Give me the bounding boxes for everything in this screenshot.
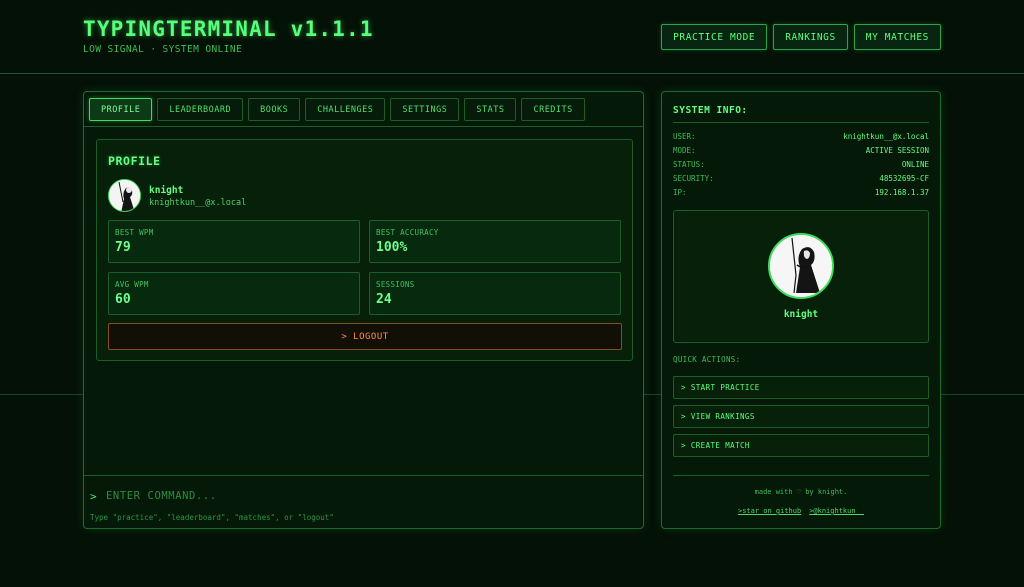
system-info-title: SYSTEM INFO: (673, 105, 748, 116)
info-row-security: SECURITY: 48532695-CF (673, 174, 929, 186)
quick-actions-title: QUICK ACTIONS: (673, 355, 741, 364)
info-value: 192.168.1.37 (874, 188, 929, 197)
stat-label: AVG WPM (115, 280, 149, 289)
app-title: TYPINGTERMINAL v1.1.1 (83, 17, 374, 41)
tab-books[interactable]: BOOKS (248, 98, 301, 121)
info-value: knightkun__@x.local (843, 132, 929, 141)
info-row-status: STATUS: ONLINE (673, 160, 929, 172)
profile-email: knightkun__@x.local (149, 198, 247, 208)
author-link[interactable]: >@knightkun__ (809, 507, 864, 515)
practice-mode-button[interactable]: PRACTICE MODE (661, 24, 768, 50)
create-match-button[interactable]: > CREATE MATCH (673, 434, 929, 457)
info-key: STATUS: (673, 160, 705, 169)
app-header: TYPINGTERMINAL v1.1.1 LOW SIGNAL · SYSTE… (0, 0, 1024, 74)
avatar-name: knight (783, 309, 819, 320)
avatar-large (768, 233, 834, 299)
rankings-button[interactable]: RANKINGS (773, 24, 848, 50)
avatar-card: knight (673, 210, 929, 343)
tab-divider (84, 126, 643, 127)
command-prompt-icon: > (90, 490, 97, 503)
stat-best-wpm: BEST WPM 79 (108, 220, 360, 263)
info-key: USER: (673, 132, 696, 141)
tab-credits[interactable]: CREDITS (521, 98, 585, 121)
command-divider (84, 475, 643, 476)
info-key: MODE: (673, 146, 696, 155)
info-row-ip: IP: 192.168.1.37 (673, 188, 929, 200)
footer-links: >star on github >@knightkun__ (662, 507, 940, 515)
logout-button[interactable]: > LOGOUT (108, 323, 622, 350)
info-value: ONLINE (901, 160, 929, 169)
stat-value: 79 (115, 240, 131, 255)
tab-leaderboard[interactable]: LEADERBOARD (157, 98, 244, 121)
top-nav: PRACTICE MODE RANKINGS MY MATCHES (661, 24, 941, 50)
stat-best-accuracy: BEST ACCURACY 100% (369, 220, 621, 263)
profile-heading: PROFILE (108, 154, 161, 168)
system-info-panel: SYSTEM INFO: USER: knightkun__@x.local M… (661, 91, 941, 529)
info-row-user: USER: knightkun__@x.local (673, 132, 929, 144)
command-input[interactable] (106, 487, 546, 505)
github-link[interactable]: >star on github (738, 507, 801, 515)
info-key: SECURITY: (673, 174, 714, 183)
my-matches-button[interactable]: MY MATCHES (853, 24, 941, 50)
tab-bar: PROFILE LEADERBOARD BOOKS CHALLENGES SET… (89, 98, 585, 121)
info-value: ACTIVE SESSION (865, 146, 929, 155)
main-panel: PROFILE LEADERBOARD BOOKS CHALLENGES SET… (83, 91, 644, 529)
stat-label: BEST ACCURACY (376, 228, 439, 237)
tab-settings[interactable]: SETTINGS (390, 98, 460, 121)
avatar (108, 179, 141, 212)
profile-username: knight (149, 185, 184, 196)
stat-value: 100% (376, 240, 408, 255)
info-value: 48532695-CF (879, 174, 929, 183)
profile-card: PROFILE knight knightkun__@x.local BEST … (96, 139, 633, 361)
avatar-illustration-icon (770, 235, 832, 297)
stat-sessions: SESSIONS 24 (369, 272, 621, 315)
command-hint: Type "practice", "leaderboard", "matches… (90, 513, 334, 522)
view-rankings-button[interactable]: > VIEW RANKINGS (673, 405, 929, 428)
stat-value: 24 (376, 292, 392, 307)
app-subtitle: LOW SIGNAL · SYSTEM ONLINE (83, 44, 243, 55)
info-row-mode: MODE: ACTIVE SESSION (673, 146, 929, 158)
tab-challenges[interactable]: CHALLENGES (305, 98, 386, 121)
start-practice-button[interactable]: > START PRACTICE (673, 376, 929, 399)
avatar-illustration-icon (109, 180, 140, 211)
stat-value: 60 (115, 292, 131, 307)
tab-stats[interactable]: STATS (464, 98, 517, 121)
footer-divider (673, 475, 929, 476)
stat-avg-wpm: AVG WPM 60 (108, 272, 360, 315)
stat-label: SESSIONS (376, 280, 415, 289)
tab-profile[interactable]: PROFILE (89, 98, 153, 121)
info-key: IP: (673, 188, 687, 197)
stat-label: BEST WPM (115, 228, 154, 237)
footer-credit: made with ♡ by knight. (754, 488, 848, 496)
system-info-divider (673, 122, 929, 123)
